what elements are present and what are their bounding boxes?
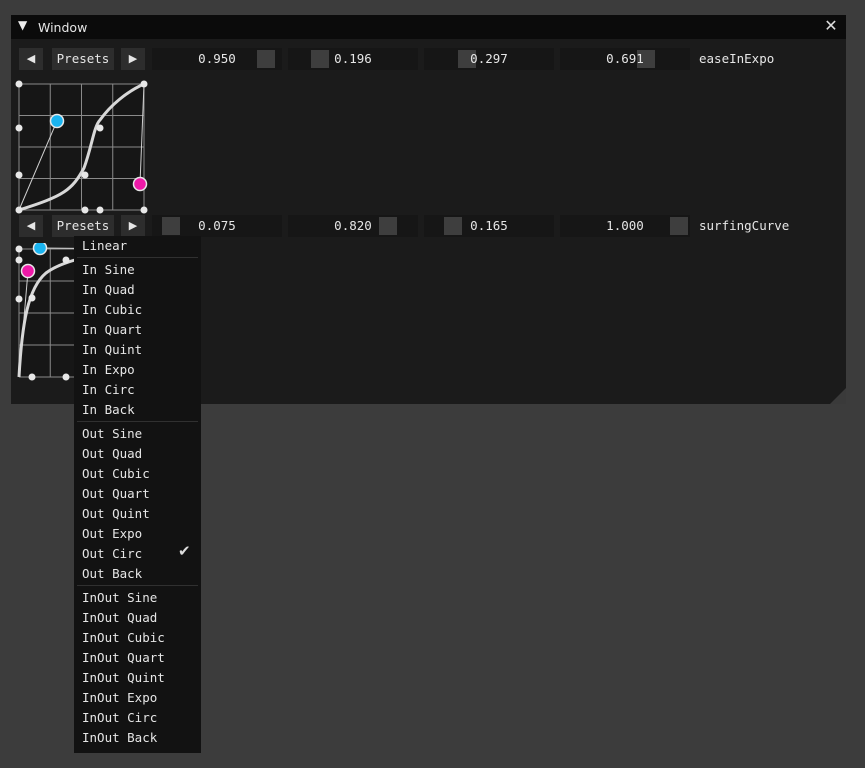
menu-item-inout-quart[interactable]: InOut Quart [82, 650, 165, 666]
bezier-curve-editor-1[interactable] [14, 78, 152, 215]
menu-item-out-quint[interactable]: Out Quint [82, 506, 150, 522]
menu-item-out-quad[interactable]: Out Quad [82, 446, 142, 462]
value-slider-2[interactable]: 0.820 [288, 215, 418, 237]
menu-item-inout-quint[interactable]: InOut Quint [82, 670, 165, 686]
menu-separator [77, 257, 198, 258]
window-title: Window [38, 20, 88, 35]
menu-item-out-sine[interactable]: Out Sine [82, 426, 142, 442]
menu-item-out-back[interactable]: Out Back [82, 566, 142, 582]
collapse-triangle-icon[interactable]: ▼ [18, 18, 27, 32]
presets-button[interactable]: Presets [52, 215, 114, 237]
close-icon[interactable]: ✕ [822, 16, 840, 36]
presets-button[interactable]: Presets [52, 48, 114, 70]
arrow-left-icon: ◀ [26, 219, 36, 232]
menu-item-in-cubic[interactable]: In Cubic [82, 302, 142, 318]
menu-item-inout-quad[interactable]: InOut Quad [82, 610, 157, 626]
slider-value: 0.075 [198, 218, 236, 233]
curve-name-label: easeInExpo [699, 51, 775, 66]
prev-preset-button[interactable]: ◀ [19, 48, 43, 70]
value-slider-3[interactable]: 0.165 [424, 215, 554, 237]
curve-name-label: surfingCurve [699, 218, 790, 233]
value-slider-1[interactable]: 0.950 [152, 48, 282, 70]
menu-item-inout-cubic[interactable]: InOut Cubic [82, 630, 165, 646]
next-preset-button[interactable]: ▶ [121, 215, 145, 237]
menu-item-inout-expo[interactable]: InOut Expo [82, 690, 157, 706]
menu-item-in-quart[interactable]: In Quart [82, 322, 142, 338]
control-handle-1[interactable] [49, 113, 65, 129]
value-slider-1[interactable]: 0.075 [152, 215, 282, 237]
menu-item-inout-circ[interactable]: InOut Circ [82, 710, 157, 726]
resize-grip[interactable] [830, 388, 846, 404]
menu-item-in-back[interactable]: In Back [82, 402, 135, 418]
menu-separator [77, 585, 198, 586]
slider-value: 0.196 [334, 51, 372, 66]
value-slider-4[interactable]: 0.691 [560, 48, 690, 70]
slider-value: 0.165 [470, 218, 508, 233]
value-slider-2[interactable]: 0.196 [288, 48, 418, 70]
arrow-right-icon: ▶ [128, 219, 138, 232]
editor-row-1: ◀ Presets ▶ 0.950 0.196 0.297 0.691 ease… [19, 48, 839, 70]
menu-item-out-quart[interactable]: Out Quart [82, 486, 150, 502]
slider-value: 1.000 [606, 218, 644, 233]
slider-value: 0.691 [606, 51, 644, 66]
menu-item-in-quint[interactable]: In Quint [82, 342, 142, 358]
menu-item-out-cubic[interactable]: Out Cubic [82, 466, 150, 482]
value-slider-4[interactable]: 1.000 [560, 215, 690, 237]
menu-item-in-expo[interactable]: In Expo [82, 362, 135, 378]
checkmark-icon: ✔ [178, 542, 191, 560]
next-preset-button[interactable]: ▶ [121, 48, 145, 70]
menu-item-inout-back[interactable]: InOut Back [82, 730, 157, 746]
control-handle-1[interactable] [20, 263, 36, 279]
editor-row-2: ◀ Presets ▶ 0.075 0.820 0.165 1.000 surf… [19, 215, 839, 237]
arrow-left-icon: ◀ [26, 52, 36, 65]
slider-value: 0.950 [198, 51, 236, 66]
presets-menu: Linear In Sine In Quad In Cubic In Quart… [74, 236, 201, 753]
slider-value: 0.820 [334, 218, 372, 233]
control-handle-2[interactable] [32, 243, 48, 256]
menu-separator [77, 421, 198, 422]
menu-item-in-circ[interactable]: In Circ [82, 382, 135, 398]
arrow-right-icon: ▶ [128, 52, 138, 65]
title-bar[interactable]: ▼ Window ✕ [11, 15, 846, 39]
menu-item-linear[interactable]: Linear [82, 238, 127, 254]
menu-item-inout-sine[interactable]: InOut Sine [82, 590, 157, 606]
menu-item-out-circ[interactable]: Out Circ [82, 546, 142, 562]
prev-preset-button[interactable]: ◀ [19, 215, 43, 237]
slider-value: 0.297 [470, 51, 508, 66]
control-handle-2[interactable] [132, 176, 148, 192]
menu-item-in-sine[interactable]: In Sine [82, 262, 135, 278]
menu-item-out-expo[interactable]: Out Expo [82, 526, 142, 542]
value-slider-3[interactable]: 0.297 [424, 48, 554, 70]
menu-item-in-quad[interactable]: In Quad [82, 282, 135, 298]
